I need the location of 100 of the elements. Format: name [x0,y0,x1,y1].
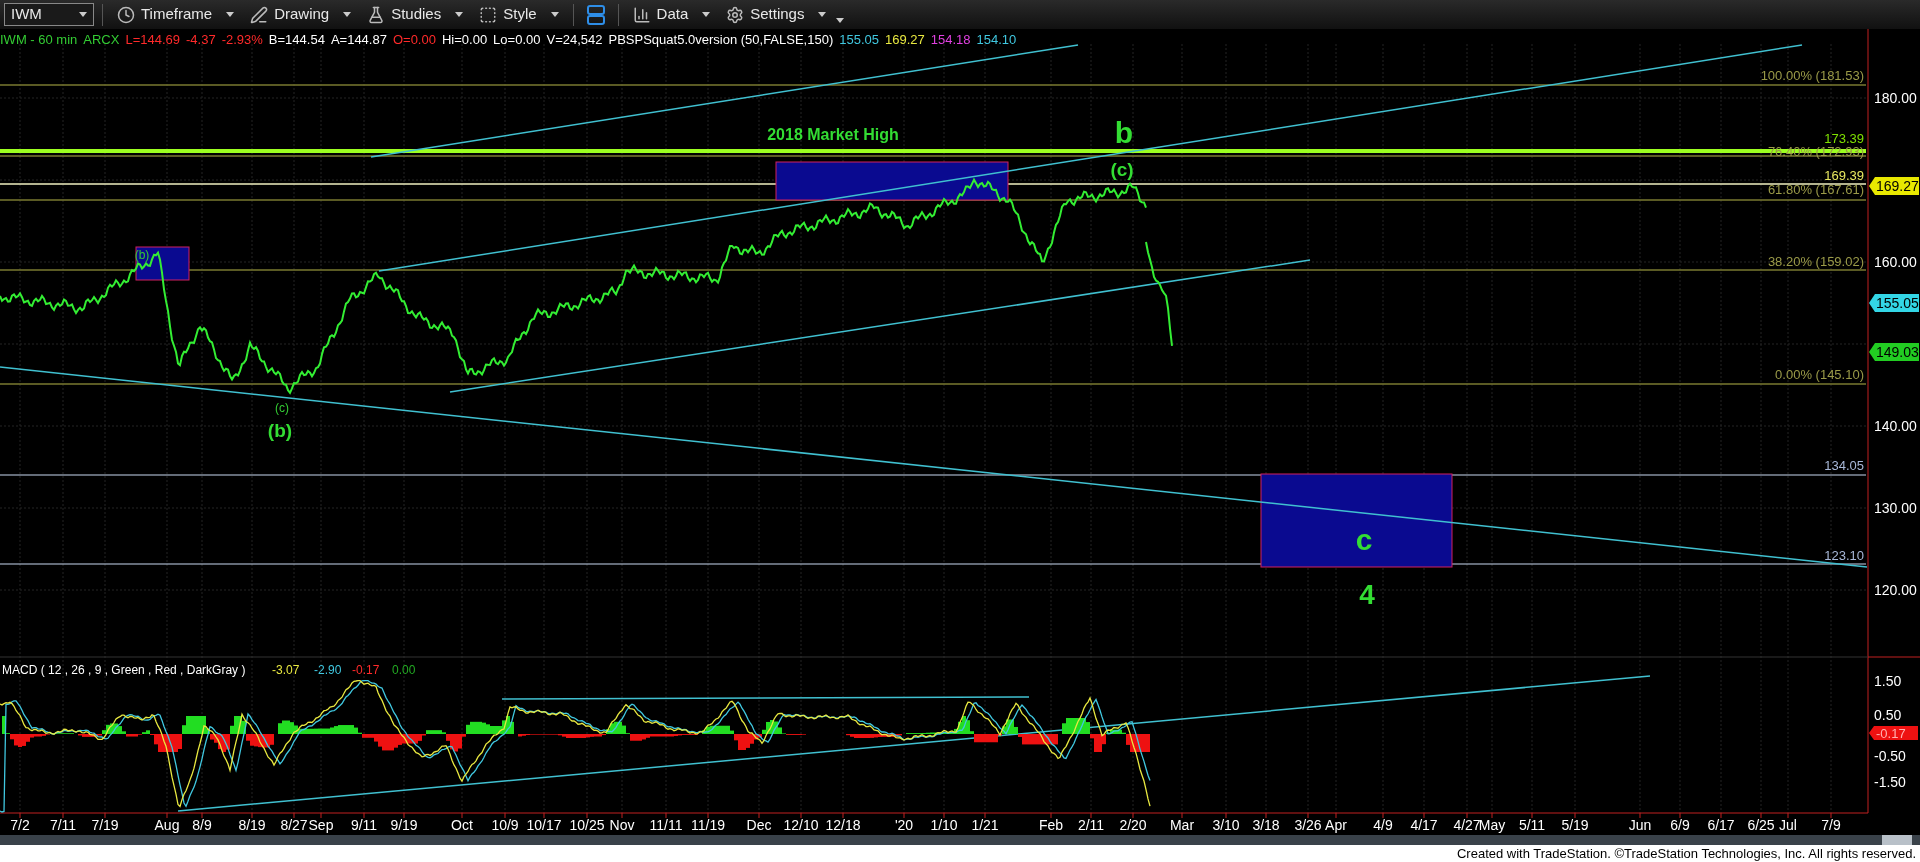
date-label: 4/27 [1453,817,1481,833]
date-label: 3/18 [1252,817,1280,833]
date-label: Nov [609,817,635,833]
date-label: 3/10 [1212,817,1240,833]
info-value: A=144.87 [330,31,387,49]
date-label: Dec [746,817,772,833]
wave-label: 4 [1359,579,1375,610]
date-label: 10/25 [569,817,605,833]
wave-label: (c) [275,401,289,415]
wave-label: (b) [267,420,293,441]
price-tag: 149.03 [1869,343,1919,361]
zone-box [135,246,190,281]
caret-icon [702,12,711,17]
settings-icon [726,5,745,24]
scrollbar[interactable] [0,835,1920,845]
date-label: 9/19 [390,817,418,833]
date-label: 5/11 [1518,817,1546,833]
caret-icon [343,12,352,17]
date-label: 1/21 [971,817,999,833]
fibonacci-label: 61.80% (167.61) [1767,182,1864,197]
caret-icon [455,12,464,17]
date-label: Aug [154,817,180,833]
date-label: 7/9 [1821,817,1841,833]
caret-icon [550,12,559,17]
info-value: -2.93% [221,31,263,49]
axis-label: 180.00 [1874,90,1917,106]
axis-label: 0.50 [1874,707,1902,723]
date-label: 8/19 [238,817,266,833]
macd-tag: -0.17 [1869,726,1918,741]
date-label: 9/11 [350,817,378,833]
info-value: O=0.00 [392,31,436,49]
macd-value: -3.07 [272,663,300,677]
date-label: 10/9 [491,817,519,833]
date-label: Oct [451,817,473,833]
symbol-dropdown[interactable]: IWM [4,3,94,26]
macd-value: -2.90 [314,663,342,677]
date-label: '20 [894,817,914,833]
macd-value: -0.17 [352,663,380,677]
info-value: Lo=0.00 [493,31,541,49]
info-value: -4.37 [186,31,216,49]
date-label: 12/18 [825,817,861,833]
info-value: 155.05 [839,31,879,49]
axis-label: 140.00 [1874,418,1917,434]
clock-icon [117,5,135,24]
date-label: 4/17 [1410,817,1438,833]
date-label: 10/17 [526,817,562,833]
axis-label: -0.50 [1874,748,1906,764]
date-label: 12/10 [783,817,819,833]
wave-label: (c) [1110,159,1134,180]
info-value: Hi=0.00 [441,31,488,49]
info-value: IWM - 60 min [0,31,78,49]
info-value: ARCX [83,31,120,49]
date-label: Mar [1169,817,1195,833]
date-label: 2/20 [1119,817,1147,833]
macd-value: 0.00 [392,663,416,677]
date-label: Jul [1779,817,1797,833]
date-label: 8/27 [280,817,308,833]
date-label: Apr [1325,817,1347,833]
dashed-square-icon [479,5,498,24]
date-label: Feb [1038,817,1064,833]
wave-label: 2018 Market High [767,126,899,143]
info-value: L=144.69 [125,31,180,49]
wave-label: c [1355,523,1373,556]
date-label: 4/9 [1373,817,1393,833]
axis-label: -1.50 [1874,774,1906,790]
date-label: 6/25 [1747,817,1775,833]
axis-label: 160.00 [1874,254,1917,270]
date-label: 2/11 [1077,817,1105,833]
date-label: 5/19 [1561,817,1589,833]
axis-label: 120.00 [1874,582,1917,598]
info-value: 169.27 [885,31,925,49]
info-value: 154.10 [976,31,1017,49]
toolbar-menu[interactable]: Style [473,2,565,27]
date-label: 6/17 [1707,817,1735,833]
pen-icon [250,5,269,24]
scrollbar-thumb[interactable] [1882,835,1912,845]
date-label: Sep [308,817,334,833]
wave-label: b [1114,116,1134,149]
price-tag: 155.05 [1869,294,1919,312]
caret-icon [79,12,87,17]
axis-label: 130.00 [1874,500,1917,516]
toolbar-menu[interactable]: Settings [720,2,833,27]
wave-label: (b) [134,248,150,262]
date-label: 7/19 [91,817,119,833]
level-label: 134.05 [1824,458,1864,473]
level-label: 123.10 [1824,548,1864,563]
price-tag: 169.27 [1869,177,1919,195]
toolbar-menu[interactable]: Data [626,2,717,27]
date-label: 1/10 [930,817,958,833]
axis-label: 1.50 [1874,673,1902,689]
caret-icon [226,12,235,17]
toolbar-menu[interactable]: Drawing [244,2,358,27]
info-value: B=144.54 [268,31,325,49]
toolbar-menu[interactable]: Studies [361,2,470,27]
macd-title: MACD ( 12 , 26 , 9 , Green , Red , DarkGray ) [2,663,246,677]
date-label: 6/9 [1670,817,1690,833]
date-label: Jun [1628,817,1652,833]
fibonacci-label: 76.40% (172.93) [1767,144,1864,159]
date-label: 8/9 [192,817,212,833]
toolbar-menu[interactable]: Timeframe [111,2,241,27]
